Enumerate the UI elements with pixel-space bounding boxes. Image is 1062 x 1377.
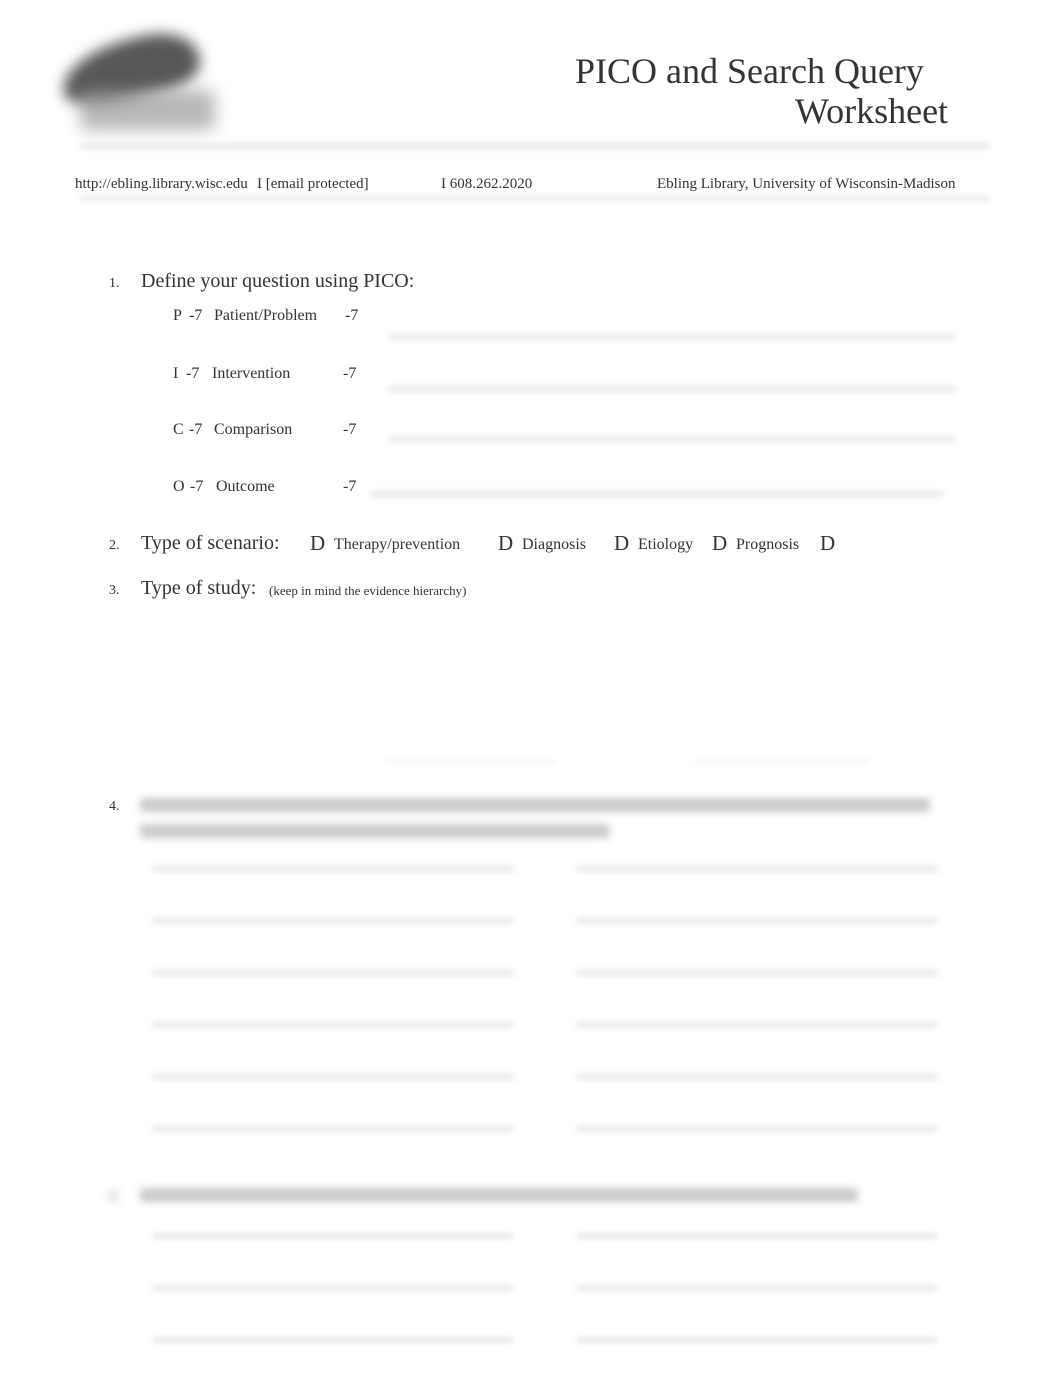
pico-letter: C — [173, 421, 184, 438]
pico-answer-line[interactable] — [388, 386, 956, 392]
pico-separator: -7 — [186, 365, 200, 382]
question-3-number: 3. — [109, 583, 120, 598]
pico-letter: P — [173, 307, 182, 324]
question-2-number: 2. — [109, 538, 120, 553]
answer-line[interactable] — [152, 1126, 514, 1132]
pico-letter: O — [173, 478, 185, 495]
answer-line[interactable] — [576, 918, 938, 924]
header-divider-top — [80, 143, 990, 149]
ebling-library-logo — [50, 22, 225, 142]
option-label: Prognosis — [736, 536, 800, 553]
page-title-line-1: PICO and Search Query — [575, 51, 924, 91]
question-4-heading-blurred — [140, 798, 930, 812]
pico-label: Outcome — [216, 478, 275, 495]
contact-url-link[interactable]: http://ebling.library.wisc.edu — [75, 176, 248, 193]
question-1-number: 1. — [109, 276, 120, 291]
checkbox-icon[interactable]: D — [712, 531, 727, 556]
header-divider-bottom — [80, 196, 990, 201]
page-title-line-2: Worksheet — [795, 91, 949, 131]
checkbox-icon[interactable]: D — [614, 531, 629, 556]
answer-line[interactable] — [576, 1074, 938, 1080]
pico-answer-line[interactable] — [370, 491, 944, 497]
answer-line[interactable] — [152, 918, 514, 924]
answer-line[interactable] — [152, 1233, 514, 1239]
question-4-heading-blurred-line2 — [140, 824, 610, 838]
question-5-heading-blurred — [140, 1188, 858, 1202]
pico-arrow-icon: -7 — [343, 365, 357, 382]
option-label: Diagnosis — [522, 536, 586, 553]
pico-arrow-icon: -7 — [343, 421, 357, 438]
answer-line[interactable] — [152, 970, 514, 976]
checkbox-icon[interactable]: D — [820, 531, 835, 556]
pico-label: Intervention — [212, 365, 291, 382]
pico-arrow-icon: -7 — [343, 478, 357, 495]
question-5-number-blurred — [108, 1189, 118, 1203]
checkbox-icon[interactable]: D — [310, 531, 325, 556]
study-type-faint-line — [695, 760, 870, 763]
answer-line[interactable] — [576, 866, 938, 872]
question-1-heading: Define your question using PICO: — [141, 270, 415, 292]
contact-institution: Ebling Library, University of Wisconsin-… — [657, 176, 956, 192]
answer-line[interactable] — [152, 1285, 514, 1291]
contact-phone: I 608.262.2020 — [441, 176, 533, 192]
logo-wordmark — [80, 90, 215, 130]
pico-separator: -7 — [190, 478, 204, 495]
checkbox-icon[interactable]: D — [498, 531, 513, 556]
answer-line[interactable] — [576, 1233, 938, 1239]
pico-answer-line[interactable] — [388, 436, 956, 442]
pico-letter: I — [173, 365, 179, 382]
contact-email: I [email protected] — [257, 176, 369, 192]
pico-separator: -7 — [189, 307, 203, 324]
question-4-number: 4. — [109, 799, 120, 814]
option-label: Therapy/prevention — [334, 536, 461, 553]
answer-line[interactable] — [152, 1074, 514, 1080]
pico-separator: -7 — [189, 421, 203, 438]
pico-label: Comparison — [214, 421, 293, 438]
answer-line[interactable] — [576, 970, 938, 976]
answer-line[interactable] — [576, 1337, 938, 1343]
option-label: Etiology — [638, 536, 694, 553]
question-3-note: (keep in mind the evidence hierarchy) — [269, 583, 467, 598]
answer-line[interactable] — [576, 1022, 938, 1028]
answer-line[interactable] — [576, 1126, 938, 1132]
answer-line[interactable] — [152, 1022, 514, 1028]
answer-line[interactable] — [152, 1337, 514, 1343]
pico-arrow-icon: -7 — [345, 307, 359, 324]
question-3-heading: Type of study: — [141, 577, 257, 599]
pico-label: Patient/Problem — [214, 307, 318, 324]
answer-line[interactable] — [576, 1285, 938, 1291]
pico-answer-line[interactable] — [388, 334, 956, 340]
answer-line[interactable] — [152, 866, 514, 872]
question-2-heading: Type of scenario: — [141, 532, 280, 554]
study-type-faint-line — [385, 760, 555, 763]
